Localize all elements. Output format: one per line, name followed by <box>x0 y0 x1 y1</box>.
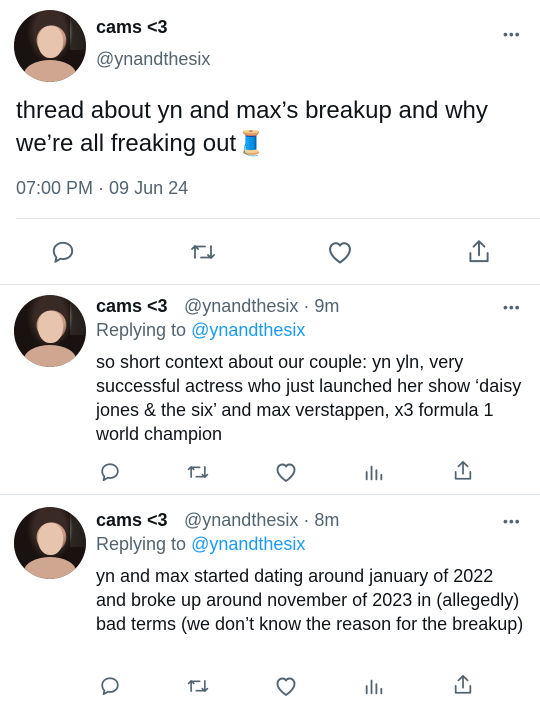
display-name[interactable]: cams <3 <box>96 296 168 317</box>
replying-to-link[interactable]: @ynandthesix <box>191 320 305 340</box>
share-icon[interactable] <box>450 458 476 484</box>
tweet-timestamp[interactable]: 07:00 PM · 09 Jun 24 <box>16 178 188 199</box>
divider <box>0 494 540 495</box>
more-options-icon[interactable]: ••• <box>503 26 521 42</box>
divider <box>0 284 540 285</box>
user-handle: @ynandthesix · 9m <box>184 296 339 317</box>
more-options-icon[interactable]: ••• <box>503 299 521 315</box>
more-options-icon[interactable]: ••• <box>503 513 521 529</box>
share-icon[interactable] <box>450 672 476 698</box>
replying-prefix: Replying to <box>96 534 192 554</box>
replying-to: Replying to @ynandthesix <box>96 320 305 341</box>
tweet-time[interactable]: · 8m <box>303 510 339 530</box>
retweet-icon[interactable] <box>187 237 219 267</box>
retweet-icon[interactable] <box>184 673 212 699</box>
heart-icon[interactable] <box>273 673 299 699</box>
analytics-icon[interactable] <box>361 459 387 485</box>
tweet-text: thread about yn and max’s breakup and wh… <box>16 97 488 157</box>
replying-to-link[interactable]: @ynandthesix <box>191 534 305 554</box>
avatar[interactable] <box>14 10 86 82</box>
user-handle: @ynandthesix · 8m <box>184 510 339 531</box>
heart-icon[interactable] <box>325 237 355 267</box>
analytics-icon[interactable] <box>361 673 387 699</box>
reply-icon[interactable] <box>97 673 123 699</box>
reply-icon[interactable] <box>97 459 123 485</box>
heart-icon[interactable] <box>273 459 299 485</box>
replying-to: Replying to @ynandthesix <box>96 534 305 555</box>
tweet-text: yn and max started dating around january… <box>96 566 524 634</box>
retweet-icon[interactable] <box>184 459 212 485</box>
avatar[interactable] <box>14 507 86 579</box>
divider <box>16 218 540 219</box>
replying-prefix: Replying to <box>96 320 192 340</box>
handle-text[interactable]: @ynandthesix <box>184 510 298 530</box>
share-icon[interactable] <box>464 237 494 267</box>
avatar[interactable] <box>14 295 86 367</box>
handle-text[interactable]: @ynandthesix <box>184 296 298 316</box>
user-handle[interactable]: @ynandthesix <box>96 49 210 70</box>
display-name[interactable]: cams <3 <box>96 17 168 38</box>
reply-icon[interactable] <box>48 237 78 267</box>
display-name[interactable]: cams <3 <box>96 510 168 531</box>
tweet-text: so short context about our couple: yn yl… <box>96 352 522 444</box>
tweet-time[interactable]: · 9m <box>303 296 339 316</box>
